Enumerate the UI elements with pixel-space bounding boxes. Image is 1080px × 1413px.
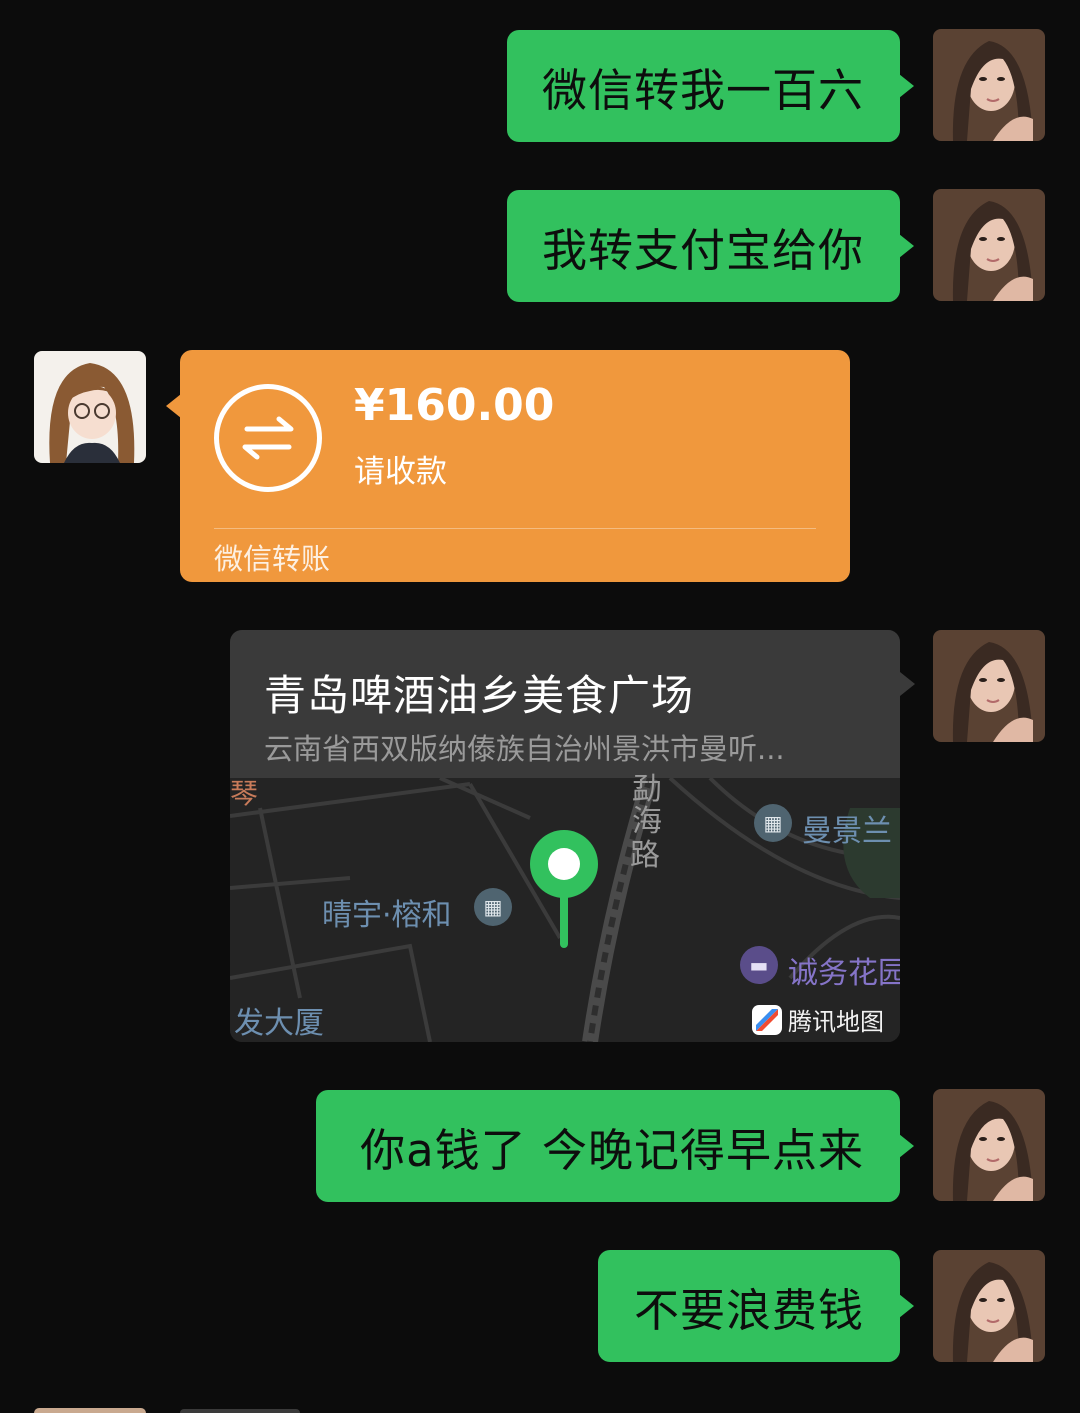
hotel-icon: ▬	[740, 946, 778, 984]
map-provider: 腾讯地图	[752, 1002, 884, 1037]
location-title: 青岛啤酒油乡美食广场	[264, 671, 695, 720]
building-icon: ▦	[474, 888, 512, 926]
map-label: 琴	[230, 777, 259, 810]
avatar-other[interactable]	[34, 351, 146, 463]
location-card[interactable]: 青岛啤酒油乡美食广场 云南省西双版纳傣族自治州景洪市曼听... 琴 勐 海 路	[230, 630, 900, 1042]
location-address: 云南省西双版纳傣族自治州景洪市曼听...	[264, 732, 785, 766]
message-bubble[interactable]: 微信转我一百六	[507, 30, 914, 142]
map-label: 曼景兰	[802, 814, 892, 849]
location-header: 青岛啤酒油乡美食广场 云南省西双版纳傣族自治州景洪市曼听...	[230, 630, 900, 778]
message-text: 微信转我一百六	[541, 63, 864, 117]
message-bubble[interactable]: 我转支付宝给你	[507, 190, 914, 302]
avatar-other-partial	[34, 1408, 146, 1413]
map-label: 路	[630, 838, 660, 873]
map-label: 发大厦	[234, 1006, 324, 1041]
message-text: 我转支付宝给你	[541, 223, 864, 277]
message-text: 不要浪费钱	[633, 1283, 864, 1337]
transfer-icon	[214, 384, 322, 492]
transfer-subtitle: 请收款	[354, 454, 447, 490]
transfer-footer: 微信转账	[214, 542, 331, 576]
message-bubble-partial	[180, 1409, 300, 1413]
map-label: 诚务花园	[788, 956, 900, 991]
bubble-tail	[900, 672, 915, 696]
transfer-card[interactable]: ¥160.00 请收款 微信转账	[166, 350, 850, 582]
message-bubble[interactable]: 不要浪费钱	[598, 1250, 914, 1362]
message-text: 你a钱了 今晚记得早点来	[360, 1123, 864, 1177]
building-icon: ▦	[754, 804, 792, 842]
avatar-self[interactable]	[933, 1250, 1045, 1362]
location-pin-icon	[528, 830, 600, 948]
tencent-map-logo-icon	[752, 1004, 782, 1035]
map-label: 晴宇·榕和	[322, 898, 452, 933]
location-map[interactable]: 琴 勐 海 路 ▦ 曼景兰 晴宇·榕和 ▦ ▬ 诚务花园 发大厦 腾讯地图	[230, 772, 900, 1042]
message-bubble[interactable]: 你a钱了 今晚记得早点来	[316, 1090, 914, 1202]
avatar-self[interactable]	[933, 630, 1045, 742]
avatar-self[interactable]	[933, 29, 1045, 141]
map-provider-label: 腾讯地图	[788, 1008, 884, 1036]
divider	[214, 528, 816, 529]
transfer-amount: ¥160.00	[354, 380, 555, 431]
avatar-self[interactable]	[933, 189, 1045, 301]
avatar-self[interactable]	[933, 1089, 1045, 1201]
